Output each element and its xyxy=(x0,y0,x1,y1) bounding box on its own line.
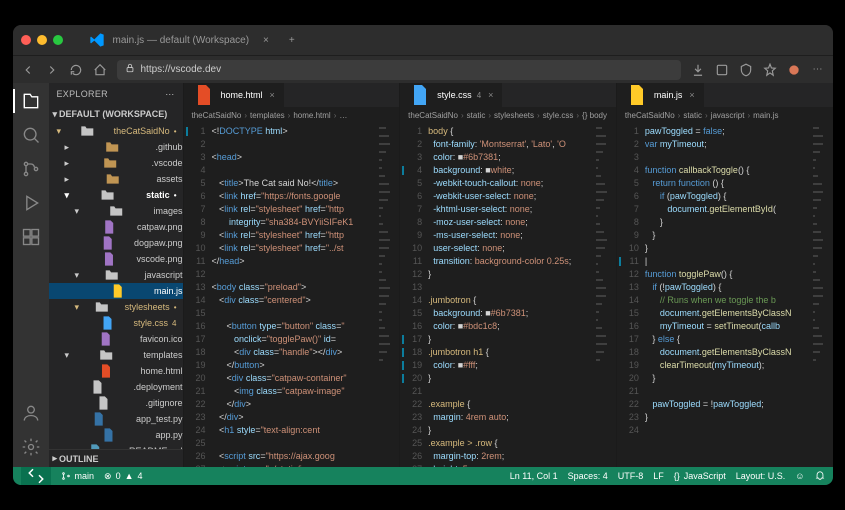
status-bar: main ⊗0 ▲4 Ln 11, Col 1 Spaces: 4 UTF-8 … xyxy=(13,467,833,485)
feedback-icon[interactable]: ☺ xyxy=(795,471,804,481)
tree-node-static[interactable]: ▾ static• xyxy=(49,187,183,203)
explorer-sidebar: EXPLORER ⋯ ▾ DEFAULT (WORKSPACE) ▾ theCa… xyxy=(49,83,183,467)
tree-node-theCatSaidNo[interactable]: ▾ theCatSaidNo• xyxy=(49,123,183,139)
status-enc[interactable]: UTF-8 xyxy=(618,471,644,481)
tree-node-templates[interactable]: ▾ templates xyxy=(49,347,183,363)
traffic-lights xyxy=(21,35,63,45)
account-activity[interactable] xyxy=(21,403,41,423)
tree-node-favicon-ico[interactable]: favicon.ico xyxy=(49,331,183,347)
close-icon[interactable]: × xyxy=(270,90,275,100)
minimize-traffic[interactable] xyxy=(37,35,47,45)
tree-node-app_test-py[interactable]: app_test.py xyxy=(49,411,183,427)
settings-activity[interactable] xyxy=(21,437,41,457)
remote-indicator[interactable] xyxy=(21,467,51,485)
status-eol[interactable]: LF xyxy=(653,471,664,481)
close-icon[interactable]: × xyxy=(488,90,493,100)
breadcrumb[interactable]: theCatSaidNo › templates › home.html › … xyxy=(184,107,400,123)
browser-urlbar: https://vscode.dev ⋯ xyxy=(13,55,833,83)
bookmark-icon[interactable] xyxy=(763,63,777,77)
file-tree: ▾ theCatSaidNo•▸ .github▸ .vscode▸ asset… xyxy=(49,123,183,449)
extensions-activity[interactable] xyxy=(21,227,41,247)
editor-group: home.html×theCatSaidNo › templates › hom… xyxy=(183,83,833,467)
minimap[interactable] xyxy=(594,123,616,467)
profile-icon[interactable] xyxy=(787,63,801,77)
shield-icon[interactable] xyxy=(739,63,753,77)
chevron-right-icon: ▸ xyxy=(53,453,58,464)
tab-close-icon[interactable]: × xyxy=(263,35,269,46)
window-titlebar: main.js — default (Workspace) × + xyxy=(13,25,833,55)
new-tab-icon[interactable]: + xyxy=(289,35,295,46)
tree-node-catpaw-png[interactable]: catpaw.png xyxy=(49,219,183,235)
editor-tab[interactable]: home.html× xyxy=(184,83,284,107)
explorer-activity[interactable] xyxy=(21,91,41,111)
workspace-label: DEFAULT (WORKSPACE) xyxy=(59,109,167,119)
tree-node--github[interactable]: ▸ .github xyxy=(49,139,183,155)
forward-icon[interactable] xyxy=(45,63,59,77)
status-lncol[interactable]: Ln 11, Col 1 xyxy=(510,471,558,481)
breadcrumb[interactable]: theCatSaidNo › static › javascript › mai… xyxy=(617,107,833,123)
url-text: https://vscode.dev xyxy=(141,64,222,75)
outline-section[interactable]: ▸ OUTLINE xyxy=(49,449,183,467)
tree-node-home-html[interactable]: home.html xyxy=(49,363,183,379)
activity-bar xyxy=(13,83,49,467)
lock-icon xyxy=(125,63,135,76)
workspace-section[interactable]: ▾ DEFAULT (WORKSPACE) xyxy=(49,105,183,123)
tree-node-app-py[interactable]: app.py xyxy=(49,427,183,443)
main-area: EXPLORER ⋯ ▾ DEFAULT (WORKSPACE) ▾ theCa… xyxy=(13,83,833,467)
vscode-window: main.js — default (Workspace) × + https:… xyxy=(13,25,833,485)
chevron-down-icon: ▾ xyxy=(53,109,58,120)
home-icon[interactable] xyxy=(93,63,107,77)
browser-actions: ⋯ xyxy=(691,63,825,77)
scm-branch[interactable]: main xyxy=(61,471,95,481)
tree-node-assets[interactable]: ▸ assets xyxy=(49,171,183,187)
search-activity[interactable] xyxy=(21,125,41,145)
editor-pane-0: home.html×theCatSaidNo › templates › hom… xyxy=(183,83,400,467)
outline-label: OUTLINE xyxy=(59,454,99,464)
browser-tab[interactable]: main.js — default (Workspace) × + xyxy=(89,25,295,55)
maximize-traffic[interactable] xyxy=(53,35,63,45)
reload-icon[interactable] xyxy=(69,63,83,77)
code-area[interactable]: 1234567891011121314151617181920212223242… xyxy=(184,123,400,467)
problems[interactable]: ⊗0 ▲4 xyxy=(104,471,143,482)
status-lang[interactable]: {} JavaScript xyxy=(674,471,726,481)
status-layout[interactable]: Layout: U.S. xyxy=(736,471,786,481)
vscode-logo-icon xyxy=(89,32,105,48)
tree-node--deployment[interactable]: .deployment xyxy=(49,379,183,395)
minimap[interactable] xyxy=(377,123,399,467)
source-control-activity[interactable] xyxy=(21,159,41,179)
tree-node-style-css[interactable]: style.css4 xyxy=(49,315,183,331)
back-icon[interactable] xyxy=(21,63,35,77)
extension-icon[interactable] xyxy=(715,63,729,77)
editor-tab[interactable]: style.css4× xyxy=(400,83,502,107)
sidebar-title: EXPLORER xyxy=(57,89,108,99)
code-area[interactable]: 123456789101112131415161718192021222324p… xyxy=(617,123,833,467)
sidebar-header: EXPLORER ⋯ xyxy=(49,83,183,105)
close-traffic[interactable] xyxy=(21,35,31,45)
tree-node-main-js[interactable]: main.js xyxy=(49,283,183,299)
tree-node-vscode-png[interactable]: vscode.png xyxy=(49,251,183,267)
tree-node-images[interactable]: ▾ images xyxy=(49,203,183,219)
editor-pane-1: style.css4×theCatSaidNo › static › style… xyxy=(399,83,616,467)
tree-node-stylesheets[interactable]: ▾ stylesheets• xyxy=(49,299,183,315)
url-input[interactable]: https://vscode.dev xyxy=(117,60,681,80)
sidebar-more-icon[interactable]: ⋯ xyxy=(165,89,174,100)
code-area[interactable]: 1234567891011121314151617181920212223242… xyxy=(400,123,616,467)
tree-node--gitignore[interactable]: .gitignore xyxy=(49,395,183,411)
editor-pane-2: main.js×theCatSaidNo › static › javascri… xyxy=(616,83,833,467)
tree-node-javascript[interactable]: ▾ javascript xyxy=(49,267,183,283)
window-title: main.js — default (Workspace) xyxy=(113,35,250,46)
more-icon[interactable]: ⋯ xyxy=(811,63,825,77)
tree-node-dogpaw-png[interactable]: dogpaw.png xyxy=(49,235,183,251)
status-spaces[interactable]: Spaces: 4 xyxy=(568,471,608,481)
tree-node--vscode[interactable]: ▸ .vscode xyxy=(49,155,183,171)
minimap[interactable] xyxy=(811,123,833,467)
run-debug-activity[interactable] xyxy=(21,193,41,213)
bell-icon[interactable] xyxy=(815,471,825,481)
editor-tab[interactable]: main.js× xyxy=(617,83,704,107)
close-icon[interactable]: × xyxy=(689,90,694,100)
breadcrumb[interactable]: theCatSaidNo › static › stylesheets › st… xyxy=(400,107,616,123)
download-icon[interactable] xyxy=(691,63,705,77)
